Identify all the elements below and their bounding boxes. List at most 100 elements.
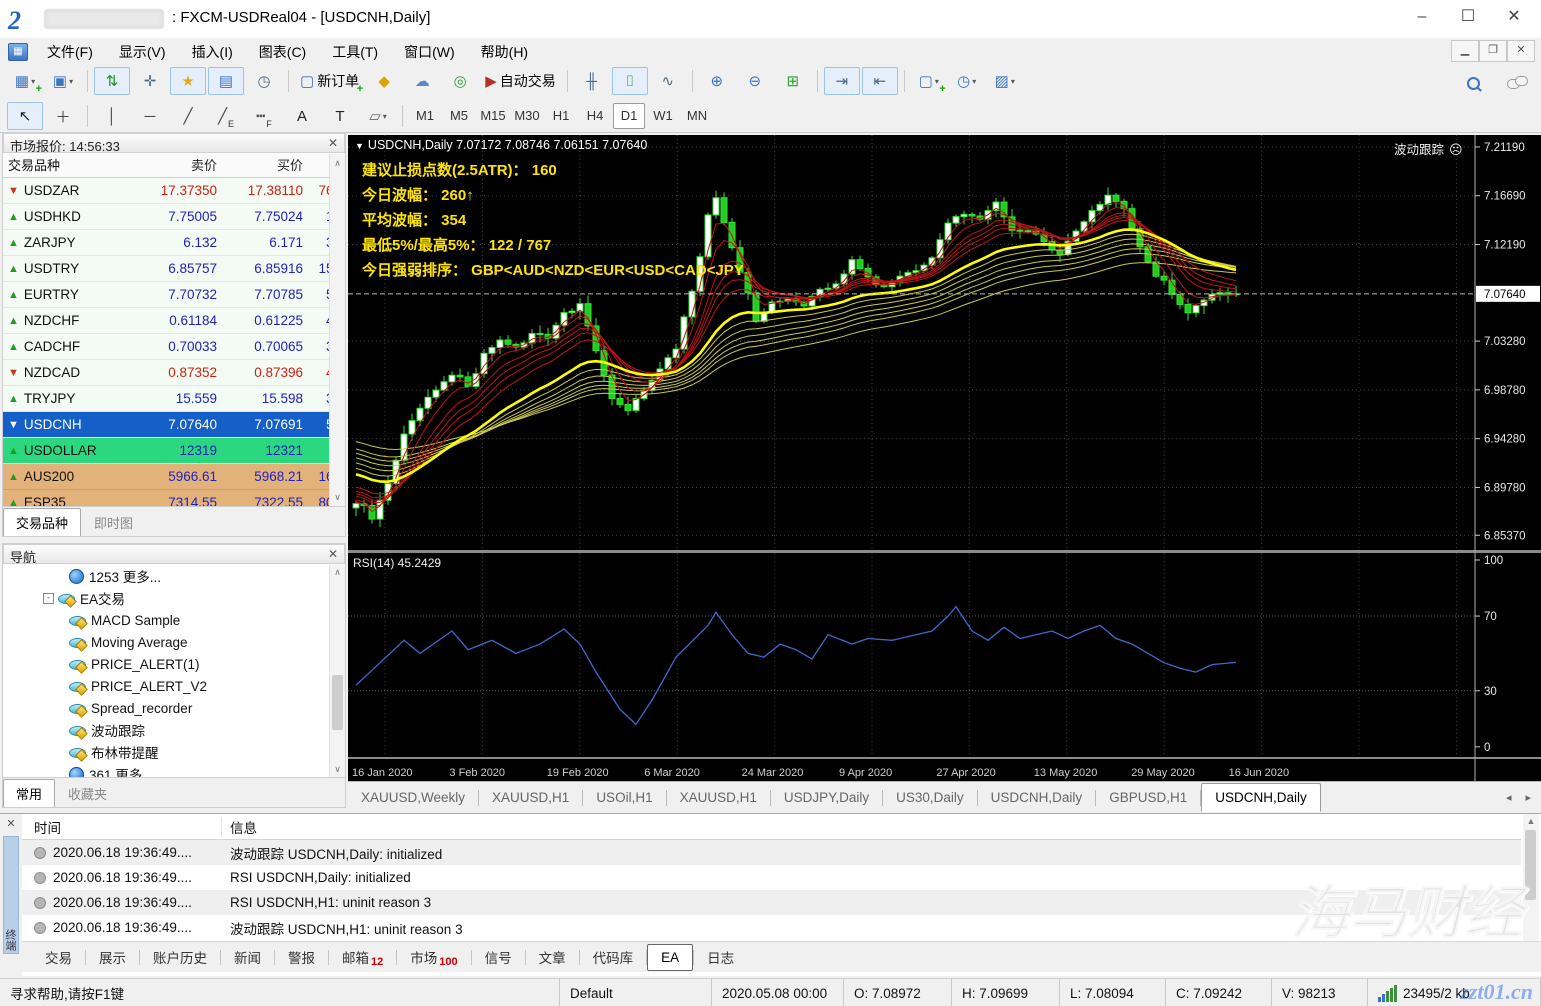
market-watch-button[interactable]: ⇅ [94,67,130,95]
market-watch-close-icon[interactable]: ✕ [328,136,338,150]
terminal-tab-9[interactable]: 代码库 [580,942,647,972]
timeframe-m1[interactable]: M1 [409,103,441,129]
close-button[interactable]: ✕ [1491,0,1537,34]
indicators-button[interactable]: ▢ + ▾ [911,67,947,95]
market-watch-row-esp35[interactable]: ▲ESP357314.557322.55800 [3,490,345,506]
periods-button[interactable]: ◷ ▾ [949,67,985,95]
data-window-button[interactable]: ✛ [132,67,168,95]
metaeditor-button[interactable]: ◆ [366,67,402,95]
chart-tab-xauusdweekly[interactable]: XAUUSD,Weekly [348,785,478,810]
terminal-button[interactable]: ▤ [208,67,244,95]
terminal-tab-0[interactable]: 交易 [32,942,85,972]
terminal-tab-8[interactable]: 文章 [526,942,579,972]
navigator-item[interactable]: 361 更多... [3,763,330,777]
navigator-item[interactable]: - EA交易 [3,587,330,609]
terminal-tab-1[interactable]: 展示 [86,942,139,972]
timeframe-mn[interactable]: MN [681,103,713,129]
navigator-scrollbar[interactable]: ∧ ∨ [329,565,345,777]
strategy-tester-button[interactable]: ◷ [246,67,282,95]
mdi-restore-button[interactable]: ❐ [1479,40,1507,62]
chart-tab-usoilh1[interactable]: USOil,H1 [583,785,665,810]
market-watch-row-tryjpy[interactable]: ▲TRYJPY15.55915.59839 [3,386,345,412]
chart-tab-xauusdh1[interactable]: XAUUSD,H1 [667,785,770,810]
menu-c[interactable]: 图表(C) [246,38,319,66]
terminal-tab-3[interactable]: 新闻 [221,942,274,972]
timeframe-m5[interactable]: M5 [443,103,475,129]
market-watch-row-nzdchf[interactable]: ▲NZDCHF0.611840.6122541 [3,308,345,334]
market-watch-row-aus200[interactable]: ▲AUS2005966.615968.21160 [3,464,345,490]
terminal-strip-label[interactable]: 终端 [3,836,19,954]
minimize-button[interactable]: – [1399,0,1445,34]
journal-row[interactable]: 2020.06.18 19:36:49.... 波动跟踪 USDCNH,H1: u… [22,915,1521,940]
market-watch-scrollbar[interactable]: ∧ ∨ [329,154,345,506]
channel-button[interactable]: ╱ E [208,102,244,130]
market-watch-row-zarjpy[interactable]: ▲ZARJPY6.1326.17139 [3,230,345,256]
terminal-tab-7[interactable]: 信号 [472,942,525,972]
terminal-tab-ea[interactable]: EA [647,943,694,971]
trendline-button[interactable]: ╱ [170,102,206,130]
navigator-item[interactable]: 波动跟踪 [3,719,330,741]
market-watch-row-cadchf[interactable]: ▲CADCHF0.700330.7006532 [3,334,345,360]
auto-scroll-button[interactable]: ⇥ [823,67,860,95]
hline-button[interactable]: ─ [132,102,168,130]
tab-即时图[interactable]: 即时图 [81,508,146,536]
navigator-item[interactable]: MACD Sample [3,609,330,631]
navigator-item[interactable]: 布林带提醒 [3,741,330,763]
timeframe-h1[interactable]: H1 [545,103,577,129]
zoom-out-button[interactable]: ⊖ [737,67,773,95]
menu-i[interactable]: 插入(I) [179,38,246,66]
market-watch-row-usdollar[interactable]: ▲USDOLLAR12319123212 [3,438,345,464]
journal-row[interactable]: 2020.06.18 19:36:49.... RSI USDCNH,H1: un… [22,890,1521,915]
chart-tab-scroll-arrows[interactable]: ◂ ▸ [1492,791,1541,804]
candlestick-button[interactable]: ⌷ [611,67,648,95]
column-time[interactable]: 时间 [22,816,222,837]
market-watch-row-usdcnh[interactable]: ▼USDCNH7.076407.0769151 [3,412,345,438]
line-chart-button[interactable]: ∿ [650,67,686,95]
column-header[interactable]: 交易品种 [3,154,131,177]
chart-shift-button[interactable]: ⇤ [861,67,898,95]
timeframe-w1[interactable]: W1 [647,103,679,129]
navigator-item[interactable]: Moving Average [3,631,330,653]
text-button[interactable]: A [284,102,320,130]
navigator-close-icon[interactable]: ✕ [328,547,338,561]
menu-v[interactable]: 显示(V) [106,38,179,66]
sad-face-icon[interactable]: ☹ [1449,142,1463,157]
mdi-minimize-button[interactable]: ▁ [1451,40,1479,62]
new-order-button[interactable]: ▢ + 新订单 [295,67,364,95]
community-chat-icon[interactable] [1503,69,1531,97]
chart-window-icon[interactable]: ▦ [8,43,28,61]
tab-常用[interactable]: 常用 [3,779,56,807]
terminal-tab-6[interactable]: 市场 100 [397,942,470,973]
menu-w[interactable]: 窗口(W) [391,38,468,66]
navigator-button[interactable]: ★ [170,67,206,95]
menu-t[interactable]: 工具(T) [319,38,391,66]
chart-tab-usdcnhdaily[interactable]: USDCNH,Daily [1201,783,1321,812]
profiles-button[interactable]: ▣ ▾ [45,67,81,95]
crosshair-button[interactable]: ＋ [45,102,81,130]
journal-row[interactable]: 2020.06.18 19:36:49.... 波动跟踪 USDCNH,Daily… [22,840,1521,865]
mdi-close-button[interactable]: ✕ [1507,40,1535,62]
label-button[interactable]: T [322,102,358,130]
vline-button[interactable]: │ [94,102,130,130]
navigator-item[interactable]: 1253 更多... [3,565,330,587]
timeframe-m30[interactable]: M30 [511,103,543,129]
tab-收藏夹[interactable]: 收藏夹 [55,779,120,807]
community-button[interactable]: ☁ [404,67,440,95]
terminal-tab-11[interactable]: 日志 [694,942,747,972]
tab-交易品种[interactable]: 交易品种 [3,508,82,536]
market-watch-row-usdhkd[interactable]: ▲USDHKD7.750057.7502419 [3,204,345,230]
market-watch-row-eurtry[interactable]: ▲EURTRY7.707327.7078553 [3,282,345,308]
chart-tab-usdjpydaily[interactable]: USDJPY,Daily [771,785,882,810]
bar-chart-button[interactable]: ╫ [574,67,610,95]
tree-expander-icon[interactable]: - [43,592,54,604]
chart-dropdown-icon[interactable]: ▼ [355,141,364,151]
column-header[interactable]: 买价 [223,154,309,177]
chart-tab-xauusdh1[interactable]: XAUUSD,H1 [479,785,582,810]
column-header[interactable]: 卖价 [131,154,223,177]
terminal-scrollbar[interactable]: ▲ [1523,814,1539,942]
menu-h[interactable]: 帮助(H) [468,38,541,66]
chart-tab-us30daily[interactable]: US30,Daily [883,785,977,810]
market-watch-row-nzdcad[interactable]: ▼NZDCAD0.873520.8739644 [3,360,345,386]
chart-tab-usdcnhdaily[interactable]: USDCNH,Daily [978,785,1096,810]
zoom-in-button[interactable]: ⊕ [699,67,735,95]
